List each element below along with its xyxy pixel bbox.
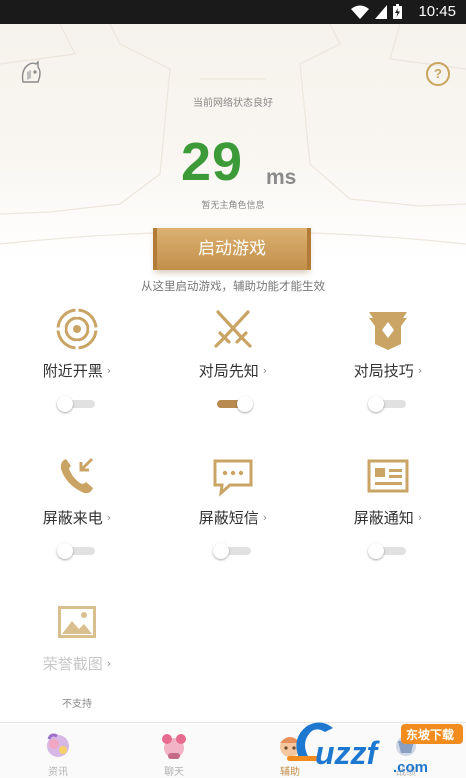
feature-toggle[interactable] bbox=[368, 396, 408, 412]
feature-label: 屏蔽来电 › bbox=[42, 509, 112, 527]
banner-icon bbox=[369, 312, 407, 350]
feature-nearby-team[interactable]: 附近开黑 › bbox=[7, 306, 147, 412]
chevron-right-icon: › bbox=[106, 511, 112, 524]
feature-label: 附近开黑 › bbox=[42, 362, 112, 380]
tab-news[interactable]: 资讯 bbox=[0, 723, 116, 778]
crossed-swords-icon bbox=[214, 310, 252, 348]
chevron-right-icon: › bbox=[262, 511, 268, 524]
chevron-right-icon: › bbox=[417, 364, 423, 377]
helmet-logo-icon[interactable] bbox=[18, 60, 44, 86]
watermark-domain: .com bbox=[393, 759, 428, 776]
notification-card-icon bbox=[367, 459, 409, 493]
tab-chat[interactable]: 聊天 bbox=[116, 723, 232, 778]
radar-icon bbox=[56, 308, 98, 350]
tab-label: 聊天 bbox=[164, 767, 184, 778]
feature-label: 对局先知 › bbox=[198, 362, 268, 380]
status-time: 10:45 bbox=[418, 3, 456, 20]
feature-match-tips[interactable]: 对局技巧 › bbox=[318, 306, 458, 412]
message-icon bbox=[213, 459, 253, 497]
ping-value: 29 bbox=[181, 132, 244, 192]
feature-block-calls[interactable]: 屏蔽来电 › bbox=[7, 453, 147, 559]
image-icon bbox=[58, 606, 96, 638]
network-status-text: 当前网络状态良好 bbox=[193, 98, 273, 109]
feature-block-sms[interactable]: 屏蔽短信 › bbox=[163, 453, 303, 559]
incoming-call-icon bbox=[60, 457, 94, 494]
tab-label: 资讯 bbox=[48, 767, 68, 778]
status-icons bbox=[351, 4, 402, 19]
chat-character-icon bbox=[162, 734, 186, 759]
network-panel: ? 当前网络状态良好 29 ms 暂无主角色信息 bbox=[0, 24, 466, 260]
chevron-right-icon: › bbox=[262, 364, 268, 377]
unsupported-text: 不支持 bbox=[62, 699, 92, 710]
feature-label: 对局技巧 › bbox=[353, 362, 423, 380]
feature-toggle[interactable] bbox=[213, 543, 253, 559]
watermark-tag: 东坡下载 bbox=[406, 727, 454, 742]
wifi-icon bbox=[351, 5, 369, 19]
chevron-right-icon: › bbox=[417, 511, 423, 524]
feature-label: 屏蔽短信 › bbox=[198, 509, 268, 527]
start-hint-text: 从这里启动游戏，辅助功能才能生效 bbox=[141, 279, 325, 293]
feature-match-insight[interactable]: 对局先知 › bbox=[163, 306, 303, 412]
watermark-brand: uzzf bbox=[315, 735, 381, 771]
role-info-text: 暂无主角色信息 bbox=[201, 201, 265, 211]
start-game-button[interactable]: 启动游戏 bbox=[153, 228, 311, 270]
chevron-right-icon: › bbox=[106, 364, 112, 377]
battery-charging-icon bbox=[393, 4, 402, 19]
feature-label: 荣誉截图 › bbox=[42, 655, 112, 673]
news-character-icon bbox=[47, 733, 69, 757]
feature-toggle[interactable] bbox=[57, 543, 97, 559]
help-icon[interactable]: ? bbox=[426, 62, 450, 86]
ping-unit: ms bbox=[266, 166, 297, 189]
feature-toggle[interactable] bbox=[368, 543, 408, 559]
uzzf-watermark: uzzf .com 东坡下载 bbox=[287, 722, 463, 776]
feature-honor-screenshot: 荣誉截图 › 不支持 bbox=[7, 599, 147, 710]
status-bar: 10:45 bbox=[0, 0, 466, 24]
feature-block-notifications[interactable]: 屏蔽通知 › bbox=[318, 453, 458, 559]
signal-icon bbox=[375, 4, 387, 19]
feature-toggle[interactable] bbox=[57, 396, 97, 412]
feature-toggle[interactable] bbox=[213, 396, 253, 412]
chevron-right-icon: › bbox=[106, 657, 112, 670]
feature-label: 屏蔽通知 › bbox=[353, 509, 423, 527]
